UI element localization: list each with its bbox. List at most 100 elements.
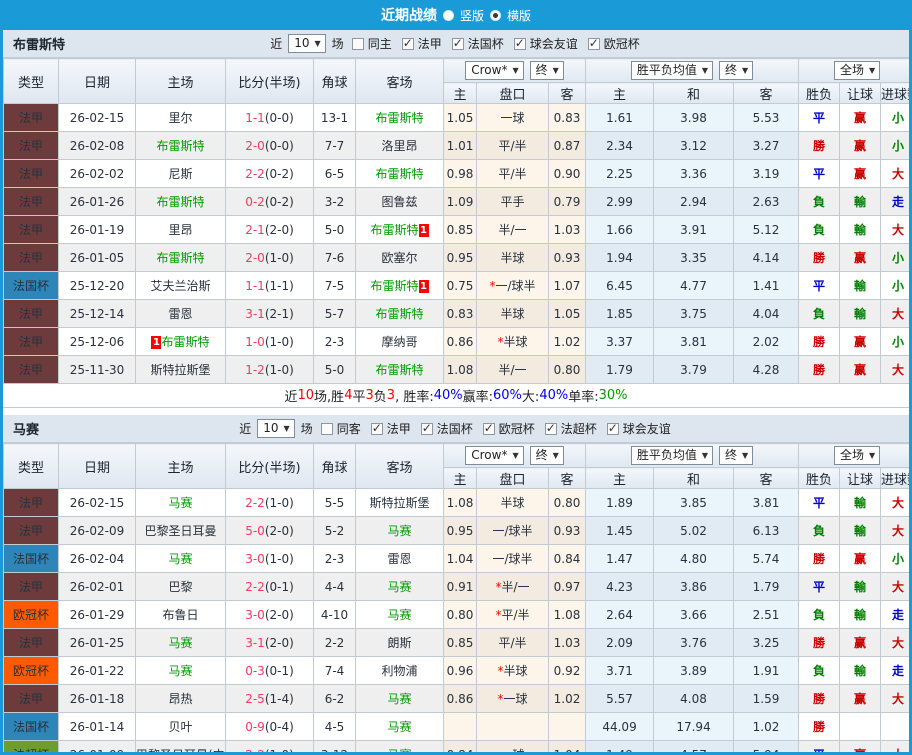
half-score: (0-2): [264, 166, 294, 181]
league-filter-checkbox[interactable]: [544, 421, 557, 435]
summary-part: 场,胜: [314, 390, 345, 405]
league-filter-label: 法甲: [386, 422, 411, 436]
handicap-result-cell: 輸: [839, 215, 882, 244]
away-odds-cell: 0.93: [547, 243, 587, 272]
full-score: 2-2: [245, 166, 265, 181]
handicap-text: 一/球半: [495, 279, 536, 293]
mean-away-cell: 3.19: [733, 159, 800, 188]
same-venue-checkbox[interactable]: [320, 422, 333, 435]
match-type-cell: 法甲: [3, 327, 59, 356]
away-odds-cell: 1.02: [547, 327, 587, 356]
result-text: 小: [892, 251, 905, 265]
match-type-cell: 法甲: [3, 684, 59, 713]
corner-cell: 5-7: [313, 299, 356, 328]
result-text: 小: [892, 111, 905, 125]
mean-away-cell: 1.02: [733, 712, 800, 741]
mean-type-select[interactable]: 胜平负均值 ▼: [630, 61, 714, 80]
result-text: 大: [892, 524, 905, 538]
scope-select[interactable]: 全场 ▼: [833, 446, 881, 465]
odds-stage-select[interactable]: 终 ▼: [529, 61, 564, 80]
sub-column-header: 进球数: [880, 82, 909, 104]
odds-stage-select-value: 终: [535, 63, 548, 77]
odds-company-select[interactable]: Crow* ▼: [465, 446, 524, 465]
corner-cell: 3-2: [313, 187, 356, 216]
full-score: 1-2: [245, 362, 265, 377]
handicap-text: 半/一: [501, 580, 530, 594]
odds-company-select[interactable]: Crow* ▼: [465, 61, 524, 80]
home-odds-cell: 0.80: [443, 600, 477, 629]
home-team-cell: 巴黎: [135, 572, 226, 601]
mean-draw-cell: 3.36: [653, 159, 735, 188]
corner-cell: 3-12: [313, 740, 356, 752]
match-date-cell: 26-01-14: [58, 712, 136, 741]
chevron-down-icon: ▼: [701, 66, 709, 75]
handicap-cell: 半/一: [476, 355, 549, 384]
handicap-cell: 平/半: [476, 628, 549, 657]
mean-stage-select[interactable]: 终 ▼: [719, 446, 754, 465]
mean-away-cell: 4.28: [733, 355, 800, 384]
home-odds-cell: 0.84: [443, 740, 477, 752]
league-filter-checkbox[interactable]: [587, 36, 600, 50]
league-filter-checkbox[interactable]: [482, 421, 495, 435]
mean-home-cell: 1.79: [585, 355, 655, 384]
handicap-cell: [476, 712, 549, 741]
mean-stage-select[interactable]: 终 ▼: [719, 61, 754, 80]
match-type-cell: 欧冠杯: [3, 600, 59, 629]
handicap-result-cell: 赢: [839, 131, 882, 160]
result-text: 負: [813, 223, 826, 237]
mean-draw-cell: 3.76: [653, 628, 735, 657]
wdl-result-cell: 平: [798, 159, 841, 188]
away-team-cell: 布雷斯特: [355, 103, 444, 132]
match-date-cell: 25-11-30: [58, 355, 136, 384]
full-score: 3-1: [245, 635, 265, 650]
handicap-result-cell: 赢: [839, 355, 882, 384]
mean-type-select[interactable]: 胜平负均值 ▼: [630, 446, 714, 465]
wdl-result-cell: 勝: [798, 712, 841, 741]
away-team-cell: 布雷斯特: [355, 299, 444, 328]
league-filter-checkbox[interactable]: [401, 36, 414, 50]
odds-stage-select[interactable]: 终 ▼: [529, 446, 564, 465]
mean-draw-cell: 4.57: [653, 740, 735, 752]
away-odds-cell: 0.90: [547, 159, 587, 188]
score-cell: 1-1(1-1): [225, 271, 314, 300]
league-filter-checkbox[interactable]: [420, 421, 433, 435]
scope-select[interactable]: 全场 ▼: [833, 61, 881, 80]
column-header: 类型: [3, 58, 59, 104]
team-name-text: 布雷斯特: [375, 363, 424, 377]
mean-away-cell: 1.59: [733, 684, 800, 713]
horizontal-layout-label[interactable]: 横版: [507, 7, 531, 24]
same-venue-checkbox[interactable]: [351, 37, 364, 50]
result-text: 大: [892, 748, 905, 755]
games-label: 场: [300, 422, 313, 436]
match-row: 法甲 25-12-14 雷恩 3-1(2-1) 5-7 布雷斯特 0.83 半球 1.05 1.8…: [3, 299, 909, 328]
handicap-result-cell: 輸: [839, 516, 882, 545]
vertical-layout-radio[interactable]: [442, 9, 454, 21]
away-team-cell: 雷恩: [355, 544, 444, 573]
league-filter-checkbox[interactable]: [370, 421, 383, 435]
away-team-cell: 朗斯: [355, 628, 444, 657]
away-odds-cell: 0.83: [547, 103, 587, 132]
result-text: 平: [813, 748, 826, 755]
match-type-cell: 法甲: [3, 572, 59, 601]
mean-away-cell: 1.79: [733, 572, 800, 601]
column-header: 日期: [58, 58, 136, 104]
vertical-layout-label[interactable]: 竖版: [460, 7, 484, 24]
league-filter-checkbox[interactable]: [451, 36, 464, 50]
sub-column-header: 让球: [839, 467, 882, 489]
half-score: (0-1): [264, 663, 294, 678]
home-odds-cell: 1.09: [443, 187, 477, 216]
home-odds-cell: 0.95: [443, 243, 477, 272]
mean-home-cell: 44.09: [585, 712, 655, 741]
goals-result-cell: 大: [880, 159, 909, 188]
chevron-down-icon: ▼: [742, 451, 749, 460]
league-filter-checkbox[interactable]: [606, 421, 619, 435]
mean-draw-cell: 3.98: [653, 103, 735, 132]
summary-part: 大:: [521, 390, 540, 405]
recent-count-select[interactable]: 10 ▼: [288, 34, 326, 53]
recent-count-select[interactable]: 10 ▼: [257, 419, 295, 438]
league-filter-checkbox[interactable]: [513, 36, 526, 50]
goals-result-cell: 大: [880, 740, 909, 755]
match-date-cell: 26-02-04: [58, 544, 136, 573]
horizontal-layout-radio[interactable]: [490, 9, 501, 21]
wdl-result-cell: 負: [798, 656, 841, 685]
